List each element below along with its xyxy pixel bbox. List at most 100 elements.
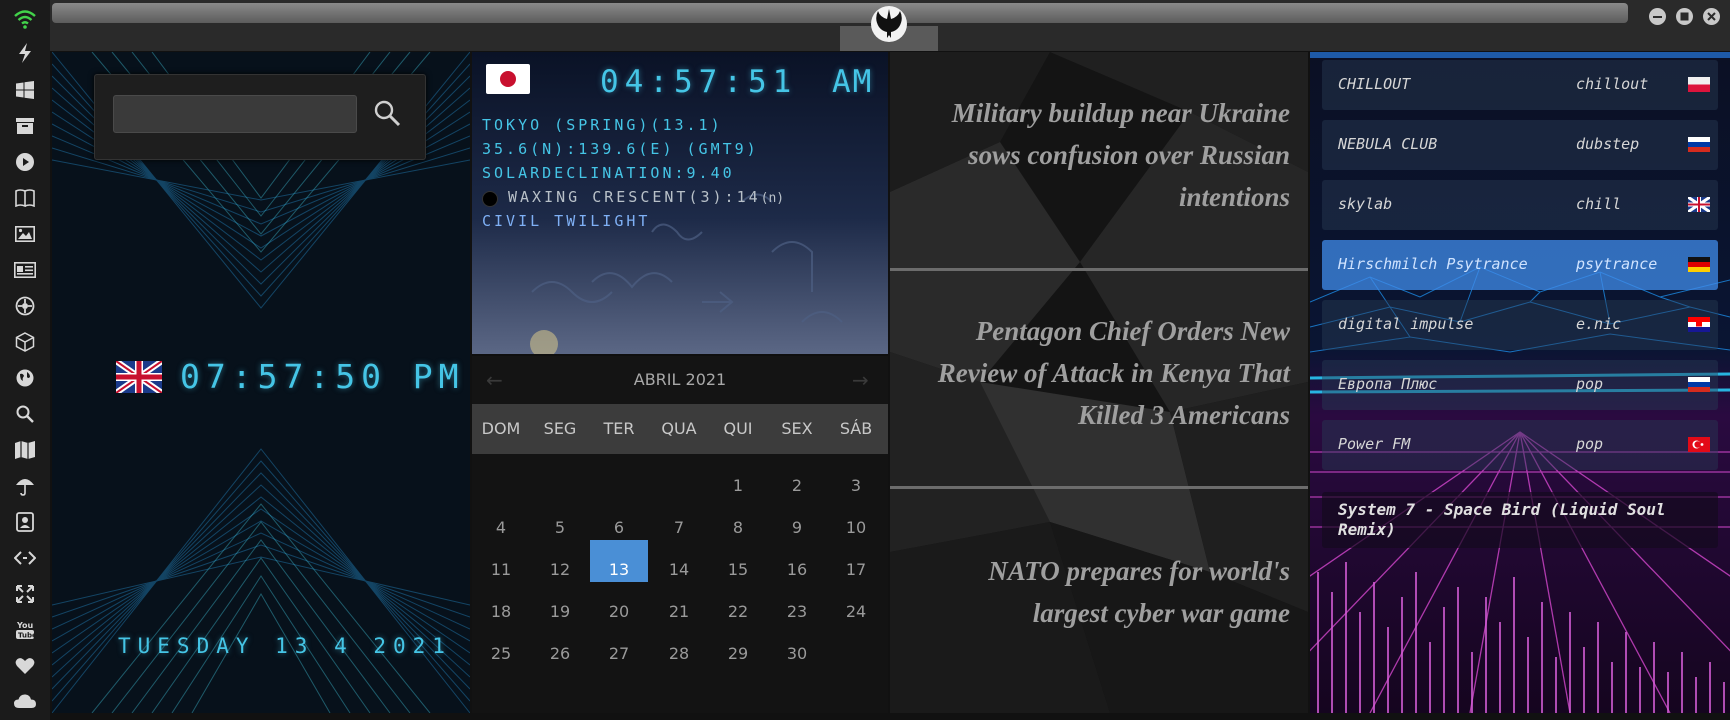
search-icon: [374, 100, 401, 127]
calendar-day[interactable]: 18: [472, 602, 530, 621]
germany-flag-icon: [1688, 257, 1710, 272]
news-headline-line: Killed 3 Americans: [1077, 400, 1290, 430]
station-name: skylab: [1338, 195, 1393, 213]
calendar-day[interactable]: 9: [768, 518, 826, 537]
calendar-day[interactable]: 17: [827, 560, 885, 579]
app-logo-tab[interactable]: [840, 0, 938, 51]
calendar-day[interactable]: 10: [827, 518, 885, 537]
minimize-button[interactable]: [1649, 8, 1666, 25]
search-button[interactable]: [373, 99, 403, 129]
contacts-icon[interactable]: [10, 507, 40, 537]
code-icon[interactable]: [10, 543, 40, 573]
twilight-status: CIVIL TWILIGHT: [482, 212, 651, 230]
search-icon[interactable]: [10, 399, 40, 429]
calendar-day[interactable]: 27: [590, 644, 648, 663]
calendar-day[interactable]: 23: [768, 602, 826, 621]
calendar-day[interactable]: 1: [709, 476, 767, 495]
calendar-day[interactable]: 19: [531, 602, 589, 621]
radio-panel: CHILLOUT chillout NEBULA CLUB dubstep sk…: [1310, 52, 1730, 713]
news-item[interactable]: Pentagon Chief Orders New Review of Atta…: [910, 310, 1290, 436]
calendar-day[interactable]: 30: [768, 644, 826, 663]
youtube-icon[interactable]: You Tube: [10, 615, 40, 645]
news-headline-line: sows confusion over Russian: [968, 140, 1290, 170]
calendar-day[interactable]: 20: [590, 602, 648, 621]
cube-icon[interactable]: [10, 327, 40, 357]
weekday-label: QUI: [723, 419, 753, 438]
calendar-day[interactable]: 25: [472, 644, 530, 663]
news-divider: [890, 268, 1308, 271]
calendar-day[interactable]: 2: [768, 476, 826, 495]
calendar-day[interactable]: 4: [472, 518, 530, 537]
archive-icon[interactable]: [10, 111, 40, 141]
fullscreen-icon[interactable]: [10, 579, 40, 609]
calendar-day[interactable]: 14: [650, 560, 708, 579]
radio-station-row[interactable]: skylab chill: [1322, 180, 1718, 230]
news-icon[interactable]: [10, 255, 40, 285]
news-headline-line: Military buildup near Ukraine: [951, 98, 1290, 128]
news-headline-line: largest cyber war game: [1032, 598, 1290, 628]
remote-ampm: AM: [832, 64, 874, 100]
radio-station-row-active[interactable]: Hirschmilch Psytrance psytrance: [1322, 240, 1718, 290]
now-playing-line: System 7 - Space Bird (Liquid Soul: [1338, 500, 1666, 519]
radio-station-row[interactable]: Европа Плюс pop: [1322, 360, 1718, 410]
calendar-day[interactable]: 12: [531, 560, 589, 579]
moon-phase: WAXING CRESCENT(3):14(n): [508, 188, 784, 206]
japan-flag-icon: [486, 64, 530, 94]
news-item[interactable]: NATO prepares for world's largest cyber …: [910, 550, 1290, 634]
weekday-label: TER: [603, 419, 635, 438]
station-genre: e.nic: [1576, 315, 1622, 333]
calendar-day[interactable]: 3: [827, 476, 885, 495]
radio-station-row[interactable]: digital impulse e.nic: [1322, 300, 1718, 350]
news-item[interactable]: Military buildup near Ukraine sows confu…: [910, 92, 1290, 218]
news-headline-line: NATO prepares for world's: [988, 556, 1290, 586]
map-icon[interactable]: [10, 435, 40, 465]
weekday-label: SEX: [781, 419, 813, 438]
calendar-day[interactable]: 5: [531, 518, 589, 537]
solar-declination: SOLARDECLINATION:9.40: [482, 164, 735, 182]
station-name: NEBULA CLUB: [1338, 135, 1438, 153]
calendar-day[interactable]: 22: [709, 602, 767, 621]
rebel-alliance-icon: [871, 6, 907, 42]
settings-icon[interactable]: [10, 291, 40, 321]
calendar-day[interactable]: 15: [709, 560, 767, 579]
windows-icon[interactable]: [10, 75, 40, 105]
calendar-day[interactable]: 8: [709, 518, 767, 537]
close-button[interactable]: [1703, 8, 1720, 25]
radio-station-row[interactable]: Power FM pop: [1322, 420, 1718, 470]
station-genre: chillout: [1576, 75, 1649, 93]
calendar-next-button[interactable]: →: [852, 368, 869, 392]
heart-icon[interactable]: [10, 651, 40, 681]
calendar-day[interactable]: 11: [472, 560, 530, 579]
play-icon[interactable]: [10, 147, 40, 177]
maximize-button[interactable]: [1676, 8, 1693, 25]
calendar-day[interactable]: 6: [590, 518, 648, 537]
calendar-day[interactable]: 29: [709, 644, 767, 663]
calendar-day-selected[interactable]: 13: [590, 560, 648, 579]
cloud-icon[interactable]: [10, 686, 40, 716]
now-playing[interactable]: System 7 - Space Bird (Liquid Soul Remix…: [1322, 492, 1718, 548]
coordinates-info: 35.6(N):139.6(E) (GMT9): [482, 140, 759, 158]
search-input[interactable]: [113, 95, 357, 133]
news-headline-line: Review of Attack in Kenya That: [937, 358, 1290, 388]
app-sidebar: You Tube: [0, 0, 50, 720]
calendar-month-title[interactable]: ABRIL 2021: [472, 370, 888, 389]
globe-icon[interactable]: [10, 363, 40, 393]
calendar-day[interactable]: 7: [650, 518, 708, 537]
calendar-grid: 1 2 3 4 5 6 7 8 9 10 11 12 13 14 15 16 17 18 19 20 21 22 23 24 2…: [472, 454, 888, 713]
bolt-icon[interactable]: [10, 38, 40, 68]
station-genre: chill: [1576, 195, 1622, 213]
calendar-day[interactable]: 28: [650, 644, 708, 663]
station-genre: psytrance: [1576, 255, 1658, 273]
calendar-day[interactable]: 26: [531, 644, 589, 663]
umbrella-icon[interactable]: [10, 471, 40, 501]
location-info: TOKYO (SPRING)(13.1): [482, 116, 723, 134]
calendar-day[interactable]: 16: [768, 560, 826, 579]
image-icon[interactable]: [10, 219, 40, 249]
weekday-label: QUA: [661, 419, 697, 438]
calendar-day[interactable]: 21: [650, 602, 708, 621]
radio-station-row[interactable]: CHILLOUT chillout: [1322, 60, 1718, 110]
radio-station-row[interactable]: NEBULA CLUB dubstep: [1322, 120, 1718, 170]
book-icon[interactable]: [10, 183, 40, 213]
wifi-icon[interactable]: [10, 4, 40, 34]
calendar-day[interactable]: 24: [827, 602, 885, 621]
